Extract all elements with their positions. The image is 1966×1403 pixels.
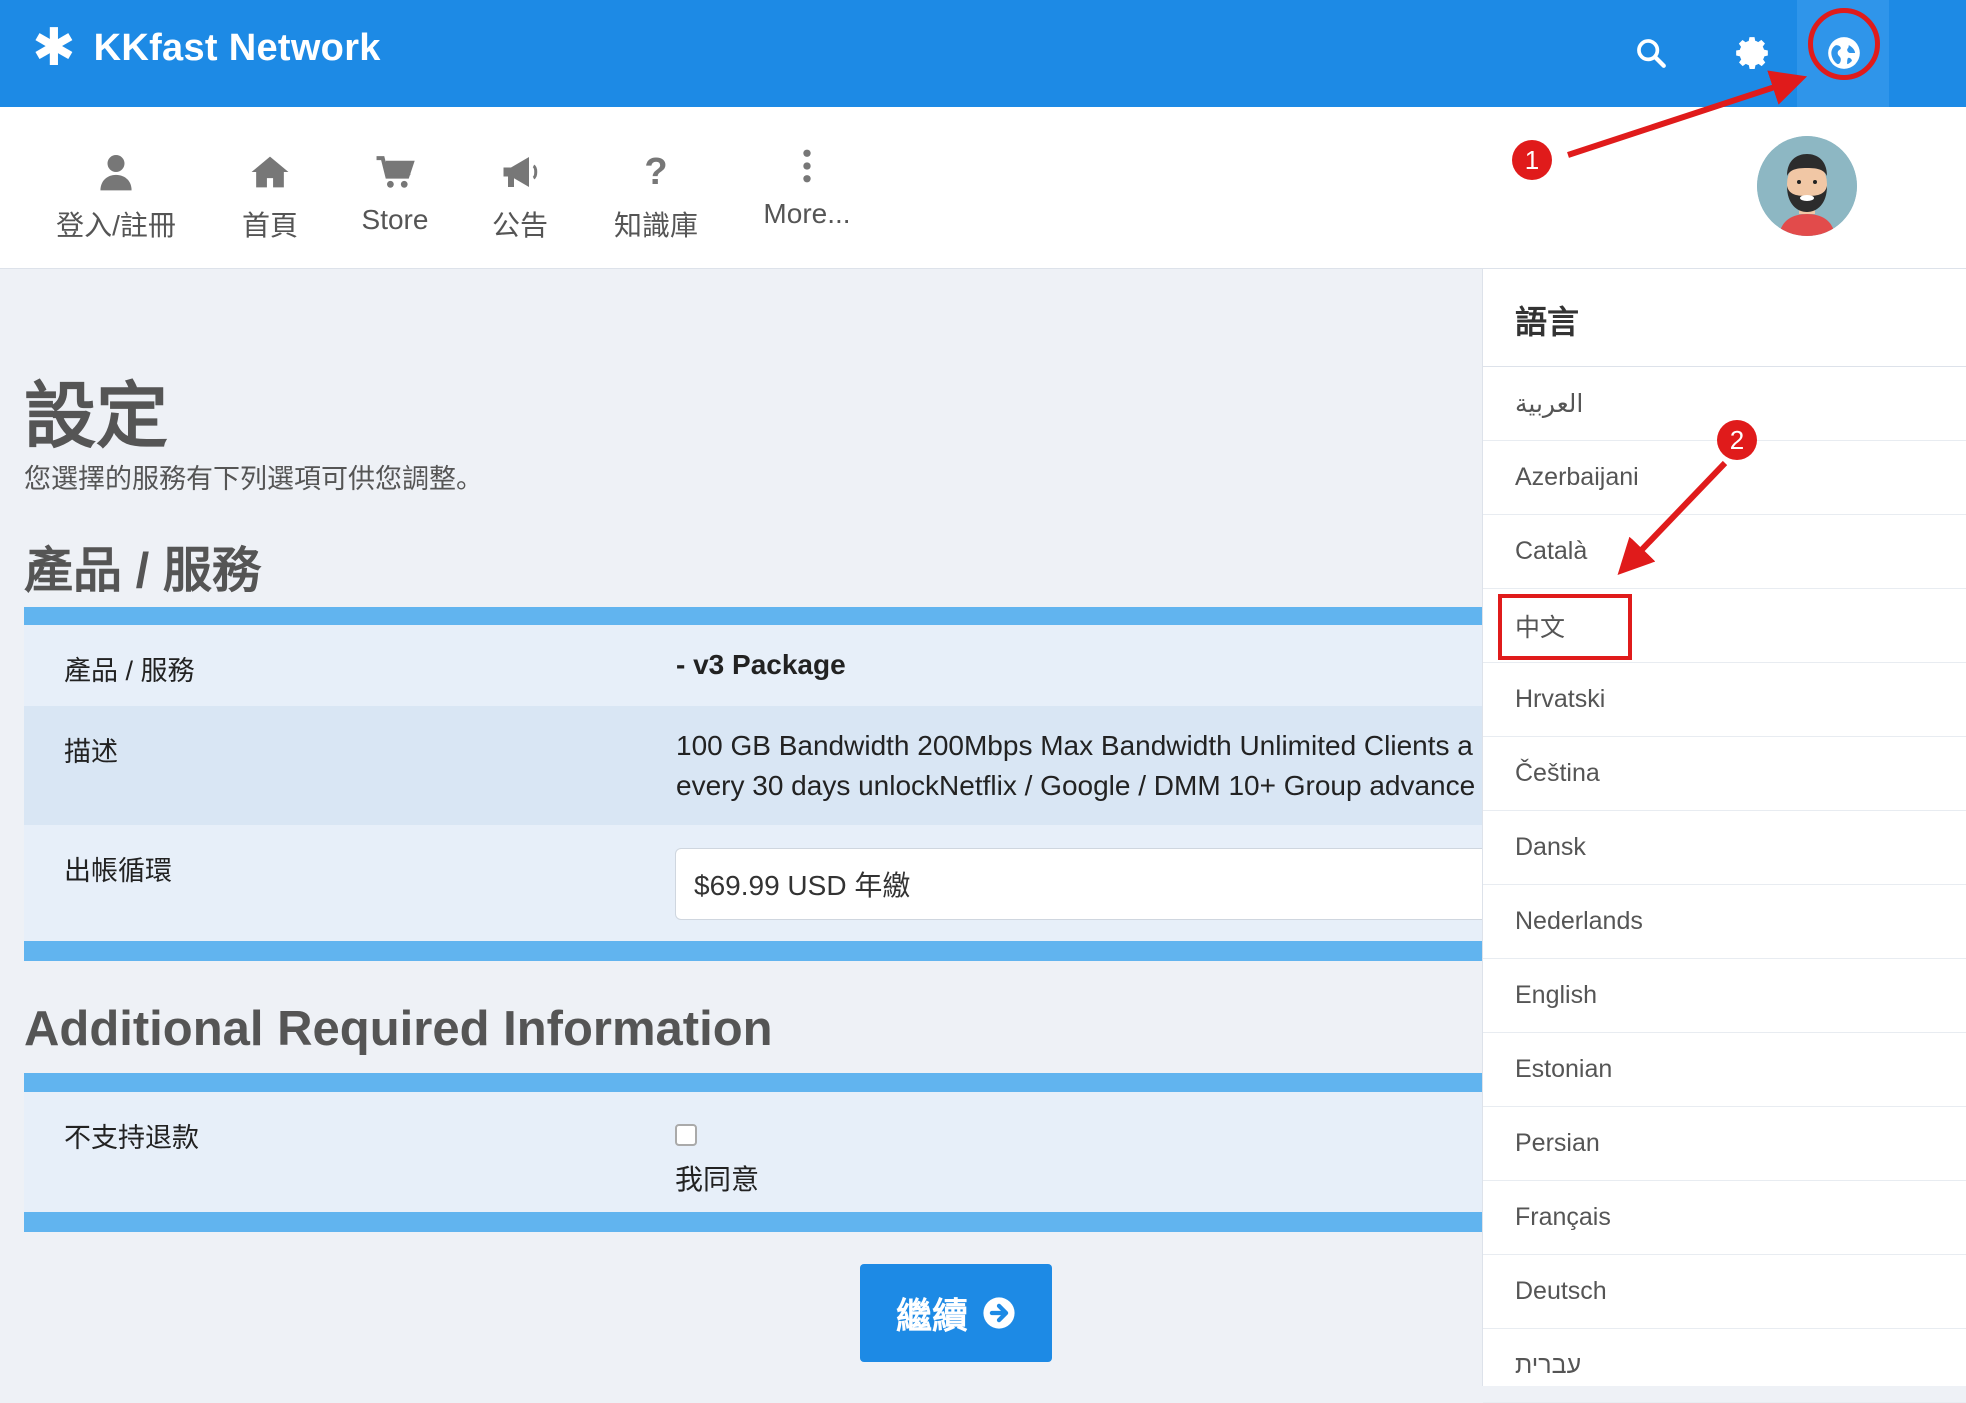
continue-label: 繼續 — [895, 1295, 968, 1336]
row-label: 產品 / 服務 — [64, 656, 195, 686]
asterisk-logo-icon: ✱ — [32, 19, 76, 77]
language-item[interactable]: Català — [1483, 515, 1966, 589]
continue-button[interactable]: 繼續 — [860, 1264, 1052, 1362]
language-item[interactable]: English — [1483, 959, 1966, 1033]
nav-label: 登入/註冊 — [56, 210, 176, 241]
nav-item-knowledgebase[interactable]: ? 知識庫 — [606, 150, 706, 244]
table-stripe — [24, 1073, 1482, 1092]
table-row: 產品 / 服務 - v3 Package — [24, 625, 1482, 706]
avatar[interactable] — [1757, 136, 1857, 236]
language-list: العربية Azerbaijani Català 中文 Hrvatski Č… — [1483, 367, 1966, 1403]
more-vertical-icon — [752, 144, 862, 188]
search-icon[interactable] — [1626, 28, 1676, 78]
megaphone-icon — [480, 150, 560, 194]
nav-label: Store — [361, 204, 429, 235]
annotation-badge-2: 2 — [1717, 420, 1757, 460]
language-item[interactable]: Estonian — [1483, 1033, 1966, 1107]
language-item[interactable]: Hrvatski — [1483, 663, 1966, 737]
nav-label: 知識庫 — [613, 210, 698, 241]
nav-item-more[interactable]: More... — [752, 144, 862, 230]
row-label: 不支持退款 — [64, 1123, 199, 1153]
nav-item-announcements[interactable]: 公告 — [480, 150, 560, 244]
row-value-line1: 100 GB Bandwidth 200Mbps Max Bandwidth U… — [676, 730, 1473, 761]
billing-cycle-select[interactable]: $69.99 USD 年繳 — [675, 848, 1505, 920]
billing-cycle-value: $69.99 USD 年繳 — [694, 870, 911, 901]
agree-checkbox[interactable] — [675, 1124, 697, 1146]
cart-icon — [350, 150, 440, 194]
table-stripe — [24, 1212, 1482, 1232]
language-item[interactable]: Dansk — [1483, 811, 1966, 885]
nav-label: More... — [763, 198, 851, 229]
row-label: 出帳循環 — [64, 856, 172, 886]
language-item[interactable]: Persian — [1483, 1107, 1966, 1181]
nav-label: 首頁 — [241, 210, 298, 241]
agree-label[interactable]: 我同意 — [675, 1158, 759, 1198]
brand[interactable]: ✱ KKfast Network — [32, 22, 381, 74]
question-icon: ? — [644, 150, 668, 193]
table-row: 描述 100 GB Bandwidth 200Mbps Max Bandwidt… — [24, 706, 1482, 825]
gear-icon[interactable] — [1727, 28, 1777, 78]
home-icon — [230, 150, 310, 194]
page-title: 設定 — [24, 377, 169, 457]
annotation-highlight-box — [1498, 594, 1632, 660]
table-stripe — [24, 607, 1482, 625]
language-item[interactable]: Čeština — [1483, 737, 1966, 811]
row-value-line2: every 30 days unlockNetflix / Google / D… — [676, 770, 1476, 801]
language-item[interactable]: Nederlands — [1483, 885, 1966, 959]
brand-title: KKfast Network — [93, 26, 381, 69]
annotation-badge-1: 1 — [1512, 140, 1552, 180]
page-subtitle: 您選擇的服務有下列選項可供您調整。 — [24, 464, 483, 494]
nav-item-store[interactable]: Store — [350, 150, 440, 236]
table-stripe — [24, 941, 1482, 961]
nav-item-home[interactable]: 首頁 — [230, 150, 310, 244]
nav-item-login[interactable]: 登入/註冊 — [52, 150, 180, 244]
arrow-circle-right-icon — [983, 1297, 1015, 1329]
language-item[interactable]: עברית — [1483, 1329, 1966, 1403]
language-item[interactable]: Français — [1483, 1181, 1966, 1255]
section-heading-product: 產品 / 服務 — [24, 544, 261, 598]
annotation-circle — [1808, 8, 1880, 80]
user-icon — [52, 150, 180, 194]
row-label: 描述 — [64, 737, 118, 767]
language-item[interactable]: Deutsch — [1483, 1255, 1966, 1329]
section-heading-additional: Additional Required Information — [24, 1002, 773, 1056]
language-panel-title: 語言 — [1515, 304, 1580, 340]
nav-label: 公告 — [491, 210, 548, 241]
row-value: - v3 Package — [676, 649, 846, 680]
